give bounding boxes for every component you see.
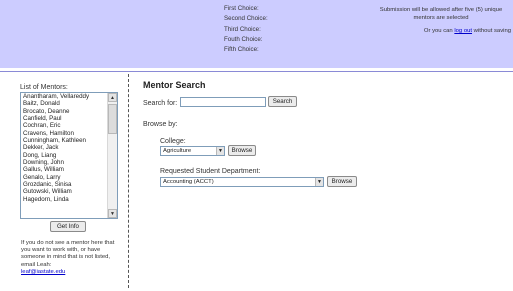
logout-link[interactable]: log out <box>454 28 472 34</box>
mentor-option[interactable]: Gallus, William <box>23 166 107 173</box>
choice-second-label: Second Choice: <box>224 15 268 23</box>
search-label: Search for: <box>143 100 178 107</box>
logout-suffix: without saving <box>472 28 511 34</box>
mentor-option[interactable]: Genalo, Larry <box>23 174 107 181</box>
college-select[interactable]: Agriculture ▼ <box>160 146 225 156</box>
main-content: List of Mentors: Anantharam, Vellareddy … <box>0 71 513 291</box>
college-browse-button[interactable]: Browse <box>228 145 256 156</box>
logout-notice: Or you can log out without saving <box>424 28 511 34</box>
choice-list: First Choice: Second Choice: Third Choic… <box>224 4 268 55</box>
mentor-option[interactable]: Cochran, Eric <box>23 122 107 129</box>
college-selected-value: Agriculture <box>163 148 192 154</box>
mentor-option[interactable]: Grozdanic, Sinisa <box>23 181 107 188</box>
submission-notice: Submission will be allowed after five (5… <box>379 7 503 21</box>
logout-prefix: Or you can <box>423 28 455 34</box>
mentor-option[interactable]: Dong, Liang <box>23 152 107 159</box>
mentor-option[interactable]: Cravens, Hamilton <box>23 130 107 137</box>
chevron-down-icon[interactable]: ▼ <box>216 147 224 155</box>
department-browse-button[interactable]: Browse <box>327 176 357 187</box>
mentor-list-label: List of Mentors: <box>20 84 68 91</box>
help-message: If you do not see a mentor here that you… <box>21 240 115 268</box>
mentor-option[interactable]: Anantharam, Vellareddy <box>23 93 107 100</box>
page-title: Mentor Search <box>143 80 206 90</box>
mentor-list-scrollbar[interactable]: ▲ ▼ <box>107 93 117 218</box>
search-button[interactable]: Search <box>268 96 297 107</box>
scroll-thumb[interactable] <box>108 104 117 134</box>
scroll-up-icon[interactable]: ▲ <box>108 93 117 102</box>
choice-first-label: First Choice: <box>224 5 259 12</box>
column-divider <box>128 74 129 288</box>
browse-by-label: Browse by: <box>143 121 178 128</box>
college-label: College: <box>160 138 186 145</box>
mentor-option[interactable]: Cunningham, Kathleen <box>23 137 107 144</box>
mentor-option[interactable]: Downing, John <box>23 159 107 166</box>
department-select[interactable]: Accounting (ACCT) ▼ <box>160 177 324 187</box>
choice-fourth-label: Fouth Choice: <box>224 35 263 43</box>
choice-third-label: Third Choice: <box>224 25 261 33</box>
mentor-option[interactable]: Canfield, Paul <box>23 115 107 122</box>
department-selected-value: Accounting (ACCT) <box>163 179 214 185</box>
search-input[interactable] <box>180 97 266 107</box>
mentor-option[interactable]: Baitz, Donald <box>23 100 107 107</box>
choice-fifth-label: Fifth Choice: <box>224 46 259 54</box>
mentor-option[interactable]: Hagedorn, Linda <box>23 196 107 203</box>
help-text: If you do not see a mentor here that you… <box>21 240 121 276</box>
mentor-items: Anantharam, Vellareddy Baitz, Donald Bro… <box>23 93 107 203</box>
get-info-button[interactable]: Get Info <box>50 221 86 232</box>
choices-header: First Choice: Second Choice: Third Choic… <box>0 0 513 68</box>
email-link[interactable]: leaf@iastate.edu <box>21 269 121 276</box>
chevron-down-icon[interactable]: ▼ <box>315 178 323 186</box>
mentor-option[interactable]: Gutowski, William <box>23 188 107 195</box>
department-label: Requested Student Department: <box>160 168 261 175</box>
mentor-listbox[interactable]: Anantharam, Vellareddy Baitz, Donald Bro… <box>20 92 118 219</box>
mentor-option[interactable]: Brocato, Deanne <box>23 108 107 115</box>
scroll-down-icon[interactable]: ▼ <box>108 209 117 218</box>
mentor-option[interactable]: Dekker, Jack <box>23 144 107 151</box>
